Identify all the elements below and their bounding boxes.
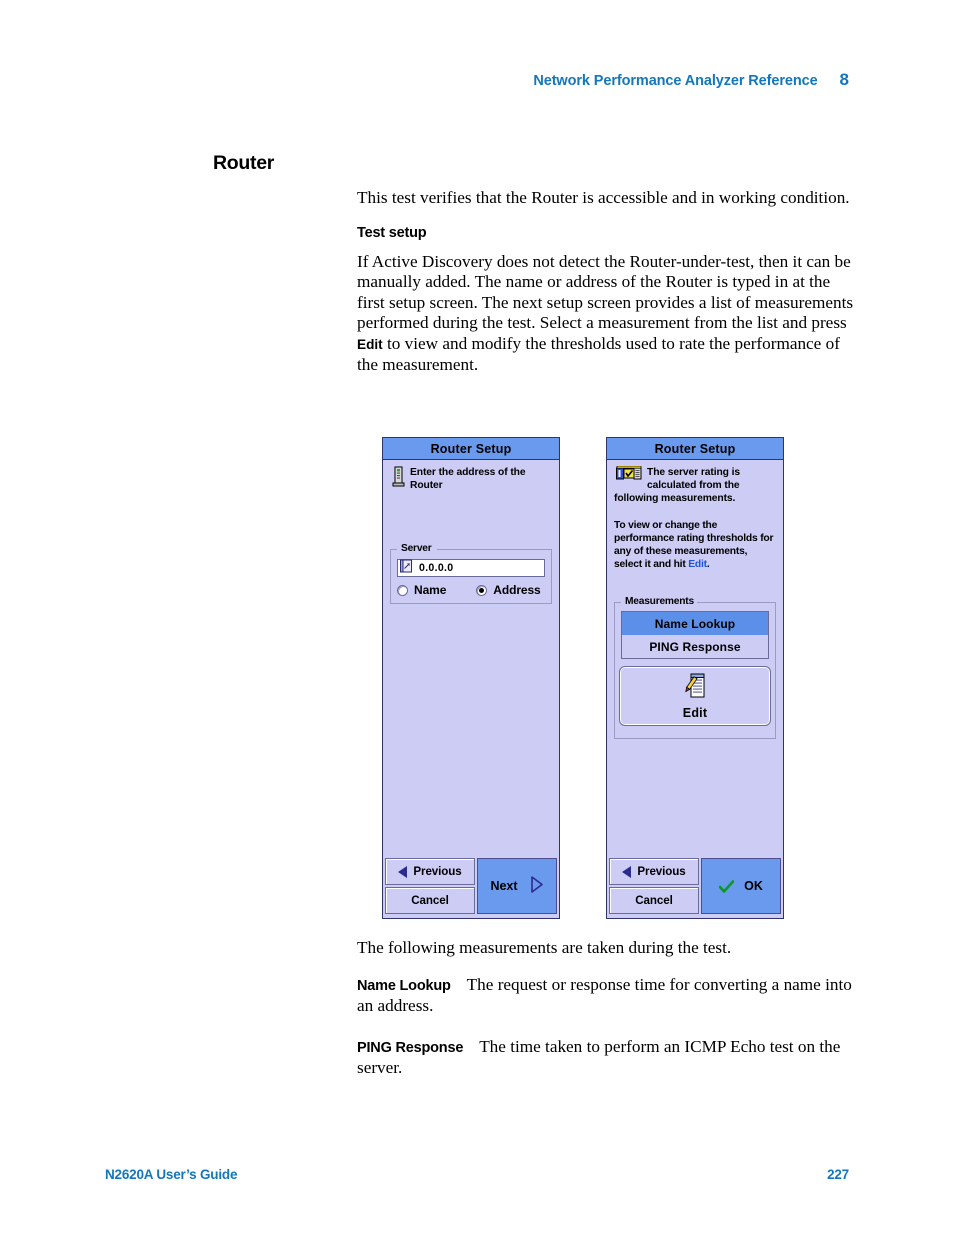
definition-term: Name Lookup	[357, 977, 451, 994]
address-mode-radio-group: Name Address	[397, 582, 545, 598]
group-legend-measurements: Measurements	[622, 595, 697, 608]
address-input-value: 0.0.0.0	[419, 562, 454, 574]
definition-term: PING Response	[357, 1039, 464, 1056]
running-head-title: Network Performance Analyzer Reference	[533, 73, 818, 89]
previous-button[interactable]: Previous	[385, 858, 475, 885]
dialog-title-bar: Router Setup	[607, 438, 783, 460]
dialog-title-bar: Router Setup	[383, 438, 559, 460]
radio-address-label: Address	[493, 583, 541, 597]
router-device-icon	[392, 466, 405, 492]
figure-router-setup-screens: Router Setup Enter the address of the Ro…	[382, 437, 784, 919]
secondary-button-stack: Previous Cancel	[385, 858, 475, 914]
secondary-button-stack: Previous Cancel	[609, 858, 699, 914]
group-server: Server 0.0.0.0 Name Address	[390, 542, 552, 604]
dialog-button-bar: Previous Cancel Next	[383, 856, 559, 918]
page-number: 227	[827, 1167, 849, 1182]
next-button-label: Next	[490, 879, 518, 893]
dialog-instruction-block: The server rating is calculated from the…	[614, 465, 776, 506]
subheading-test-setup: Test setup	[357, 224, 427, 241]
group-legend-server: Server	[398, 542, 435, 555]
address-input[interactable]: 0.0.0.0	[397, 559, 545, 577]
footer-guide-name: N2620A User’s Guide	[105, 1167, 238, 1182]
dialog-body: The server rating is calculated from the…	[607, 460, 783, 918]
cancel-button-label: Cancel	[635, 894, 673, 907]
body-column: This test verifies that the Router is ac…	[357, 188, 855, 392]
chevron-left-icon	[398, 865, 408, 878]
group-measurements: Measurements Name Lookup PING Response E…	[614, 595, 776, 739]
dialog-router-setup-measurements: Router Setup The server rating is calcul…	[606, 437, 784, 919]
dialog-body: Enter the address of the Router Server 0	[383, 460, 559, 918]
instruction2-part2: .	[706, 559, 710, 571]
measurements-list[interactable]: Name Lookup PING Response	[621, 611, 769, 659]
page-footer: N2620A User’s Guide 227	[105, 1167, 849, 1182]
body-column-lower: The following measurements are taken dur…	[357, 938, 855, 1095]
cancel-button[interactable]: Cancel	[609, 887, 699, 914]
check-icon	[718, 879, 735, 893]
setup-text-part1: If Active Discovery does not detect the …	[357, 251, 854, 333]
page-header: Network Performance Analyzer Reference 8	[0, 70, 954, 96]
list-item[interactable]: Name Lookup	[622, 612, 768, 635]
previous-button[interactable]: Previous	[609, 858, 699, 885]
previous-button-label: Previous	[413, 865, 462, 878]
test-setup-paragraph: If Active Discovery does not detect the …	[357, 252, 855, 376]
dialog-instruction-block-2: To view or change the performance rating…	[614, 519, 776, 572]
setup-edit-emphasis: Edit	[357, 336, 383, 352]
chevron-left-icon	[622, 865, 632, 878]
ok-button[interactable]: OK	[701, 858, 781, 914]
definition-ping-response: PING Response The time taken to perform a…	[357, 1037, 855, 1079]
rating-scale-check-icon	[616, 465, 642, 485]
list-item[interactable]: PING Response	[622, 635, 768, 658]
edit-button-label: Edit	[682, 705, 708, 720]
radio-address[interactable]	[476, 584, 488, 596]
dialog-instruction-text: Enter the address of the Router	[410, 467, 526, 492]
page-title: Router	[213, 152, 275, 174]
dialog-instruction-block: Enter the address of the Router	[390, 466, 552, 492]
ok-button-label: OK	[744, 879, 763, 893]
edit-link[interactable]: Edit	[688, 559, 707, 570]
edit-button[interactable]: Edit	[619, 666, 771, 726]
cancel-button-label: Cancel	[411, 894, 449, 907]
address-book-icon	[399, 559, 413, 578]
definition-name-lookup: Name Lookup The request or response time …	[357, 975, 855, 1017]
cancel-button[interactable]: Cancel	[385, 887, 475, 914]
chevron-right-icon	[530, 876, 544, 896]
dialog-button-bar: Previous Cancel OK	[607, 856, 783, 918]
dialog-router-setup-address: Router Setup Enter the address of the Ro…	[382, 437, 560, 919]
setup-text-part2: to view and modify the thresholds used t…	[357, 333, 840, 375]
after-figure-paragraph: The following measurements are taken dur…	[357, 938, 732, 957]
chapter-number: 8	[839, 70, 849, 89]
intro-paragraph: This test verifies that the Router is ac…	[357, 188, 850, 207]
radio-name[interactable]	[397, 584, 408, 596]
previous-button-label: Previous	[637, 865, 686, 878]
next-button[interactable]: Next	[477, 858, 557, 914]
radio-name-label: Name	[414, 583, 447, 597]
edit-list-pencil-icon	[684, 673, 706, 704]
